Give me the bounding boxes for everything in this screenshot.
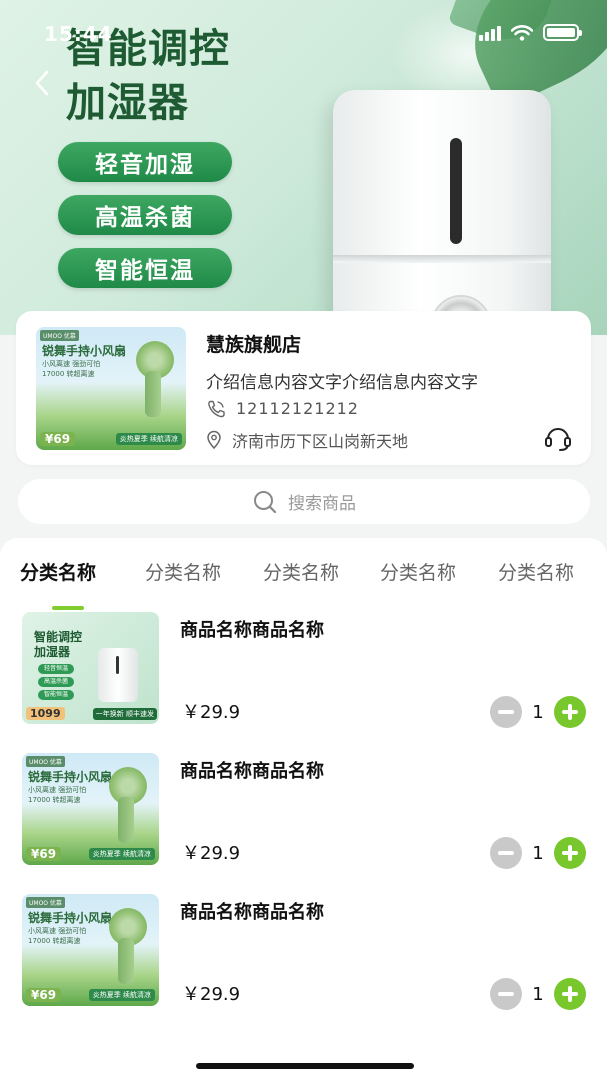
product-name: 商品名称商品名称 bbox=[180, 620, 324, 641]
quantity-value: 1 bbox=[532, 842, 544, 864]
tab-category-2[interactable]: 分类名称 bbox=[145, 558, 221, 585]
hero-banner: 智能调控 加湿器 轻音加湿 高温杀菌 智能恒温 bbox=[0, 0, 607, 335]
signal-icon bbox=[479, 25, 501, 41]
product-price: ￥29.9 bbox=[182, 843, 241, 864]
art-sub1: 小风离速 强劲可怕 bbox=[28, 927, 87, 935]
category-tabs: 分类名称 分类名称 分类名称 分类名称 分类名称 bbox=[0, 558, 607, 610]
tab-category-1[interactable]: 分类名称 bbox=[20, 558, 96, 585]
store-phone: 12112121212 bbox=[236, 399, 359, 418]
plus-icon[interactable] bbox=[554, 837, 586, 869]
art-title: 锐舞手持小风扇 bbox=[28, 911, 113, 925]
quantity-value: 1 bbox=[532, 701, 544, 723]
art-footer: 一年换新 顺丰速发 bbox=[92, 708, 157, 720]
location-pin-icon bbox=[207, 430, 221, 450]
product-image: 智能调控 加湿器 轻音恒温 高温杀菌 智能恒温 1099 一年换新 顺丰速发 bbox=[22, 612, 159, 724]
product-item[interactable]: UMOO 优慕 锐舞手持小风扇 小风离速 强劲可怕 17000 转超离速 ¥69 … bbox=[0, 753, 607, 873]
feature-pill: 高温杀菌 bbox=[58, 195, 232, 235]
minus-icon[interactable] bbox=[490, 696, 522, 728]
feature-pill: 轻音加湿 bbox=[58, 142, 232, 182]
plus-icon[interactable] bbox=[554, 696, 586, 728]
store-phone-row[interactable]: 12112121212 bbox=[206, 399, 359, 418]
product-price: ￥29.9 bbox=[182, 702, 241, 723]
quantity-stepper: 1 bbox=[490, 696, 586, 728]
art-sub1: 小风离速 强劲可怕 bbox=[28, 786, 87, 794]
product-name: 商品名称商品名称 bbox=[180, 761, 324, 782]
art-footer: 炎热夏季 续航清凉 bbox=[88, 989, 155, 1001]
status-icons bbox=[479, 24, 582, 41]
tab-category-4[interactable]: 分类名称 bbox=[380, 558, 456, 585]
product-item[interactable]: 智能调控 加湿器 轻音恒温 高温杀菌 智能恒温 1099 一年换新 顺丰速发 商品… bbox=[0, 612, 607, 732]
thumb-sub1: 小风离速 强劲可怕 bbox=[42, 360, 101, 368]
product-image: UMOO 优慕 锐舞手持小风扇 小风离速 强劲可怕 17000 转超离速 ¥69 … bbox=[22, 753, 159, 865]
customer-service-icon[interactable] bbox=[543, 423, 573, 453]
art-price: 1099 bbox=[26, 707, 65, 720]
battery-icon bbox=[543, 24, 582, 41]
art-chip: 高温杀菌 bbox=[38, 677, 74, 687]
art-chip: 智能恒温 bbox=[38, 690, 74, 700]
tab-category-5[interactable]: 分类名称 bbox=[498, 558, 574, 585]
store-card[interactable]: UMOO 优慕 锐舞手持小风扇 小风离速 强劲可怕 17000 转超离速 ¥69 … bbox=[16, 311, 591, 465]
product-price: ￥29.9 bbox=[182, 984, 241, 1005]
search-icon bbox=[254, 490, 277, 513]
plus-icon[interactable] bbox=[554, 978, 586, 1010]
store-thumbnail: UMOO 优慕 锐舞手持小风扇 小风离速 强劲可怕 17000 转超离速 ¥69 … bbox=[36, 327, 186, 450]
store-address: 济南市历下区山岗新天地 bbox=[232, 432, 409, 451]
art-footer: 炎热夏季 续航清凉 bbox=[88, 848, 155, 860]
art-price: ¥69 bbox=[26, 988, 62, 1002]
wifi-icon bbox=[511, 24, 533, 41]
art-title-line1: 智能调控 bbox=[34, 630, 83, 644]
art-price: ¥69 bbox=[26, 847, 62, 861]
product-item[interactable]: UMOO 优慕 锐舞手持小风扇 小风离速 强劲可怕 17000 转超离速 ¥69 … bbox=[0, 894, 607, 1014]
tab-active-indicator bbox=[52, 606, 84, 610]
store-name: 慧族旗舰店 bbox=[206, 334, 302, 356]
minus-icon[interactable] bbox=[490, 978, 522, 1010]
phone-icon bbox=[208, 400, 225, 417]
minus-icon[interactable] bbox=[490, 837, 522, 869]
thumb-sub2: 17000 转超离速 bbox=[42, 370, 95, 378]
product-name: 商品名称商品名称 bbox=[180, 902, 324, 923]
feature-pill: 智能恒温 bbox=[58, 248, 232, 288]
quantity-stepper: 1 bbox=[490, 837, 586, 869]
quantity-value: 1 bbox=[532, 983, 544, 1005]
art-title-line2: 加湿器 bbox=[34, 645, 71, 659]
search-placeholder: 搜索商品 bbox=[288, 494, 356, 514]
tab-category-3[interactable]: 分类名称 bbox=[263, 558, 339, 585]
home-indicator bbox=[196, 1063, 414, 1069]
store-description: 介绍信息内容文字介绍信息内容文字 bbox=[206, 373, 478, 393]
product-image: UMOO 优慕 锐舞手持小风扇 小风离速 强劲可怕 17000 转超离速 ¥69 … bbox=[22, 894, 159, 1006]
product-panel: 分类名称 分类名称 分类名称 分类名称 分类名称 智能调控 加湿器 轻音恒温 高温… bbox=[0, 538, 607, 1080]
thumb-price: ¥69 bbox=[40, 432, 76, 446]
thumb-footer: 炎热夏季 续航清凉 bbox=[115, 433, 182, 445]
hero-title-line2: 加湿器 bbox=[66, 80, 189, 126]
chevron-left-icon bbox=[35, 70, 49, 96]
art-chip: 轻音恒温 bbox=[38, 664, 74, 674]
store-address-row: 济南市历下区山岗新天地 bbox=[206, 428, 408, 452]
status-time: 15:44 bbox=[44, 22, 113, 46]
art-sub2: 17000 转超离速 bbox=[28, 796, 81, 804]
search-bar[interactable]: 搜索商品 bbox=[18, 479, 590, 524]
thumb-title: 锐舞手持小风扇 bbox=[42, 344, 127, 358]
art-title: 锐舞手持小风扇 bbox=[28, 770, 113, 784]
quantity-stepper: 1 bbox=[490, 978, 586, 1010]
back-button[interactable] bbox=[28, 66, 56, 100]
art-sub2: 17000 转超离速 bbox=[28, 937, 81, 945]
humidifier-image bbox=[333, 90, 551, 335]
